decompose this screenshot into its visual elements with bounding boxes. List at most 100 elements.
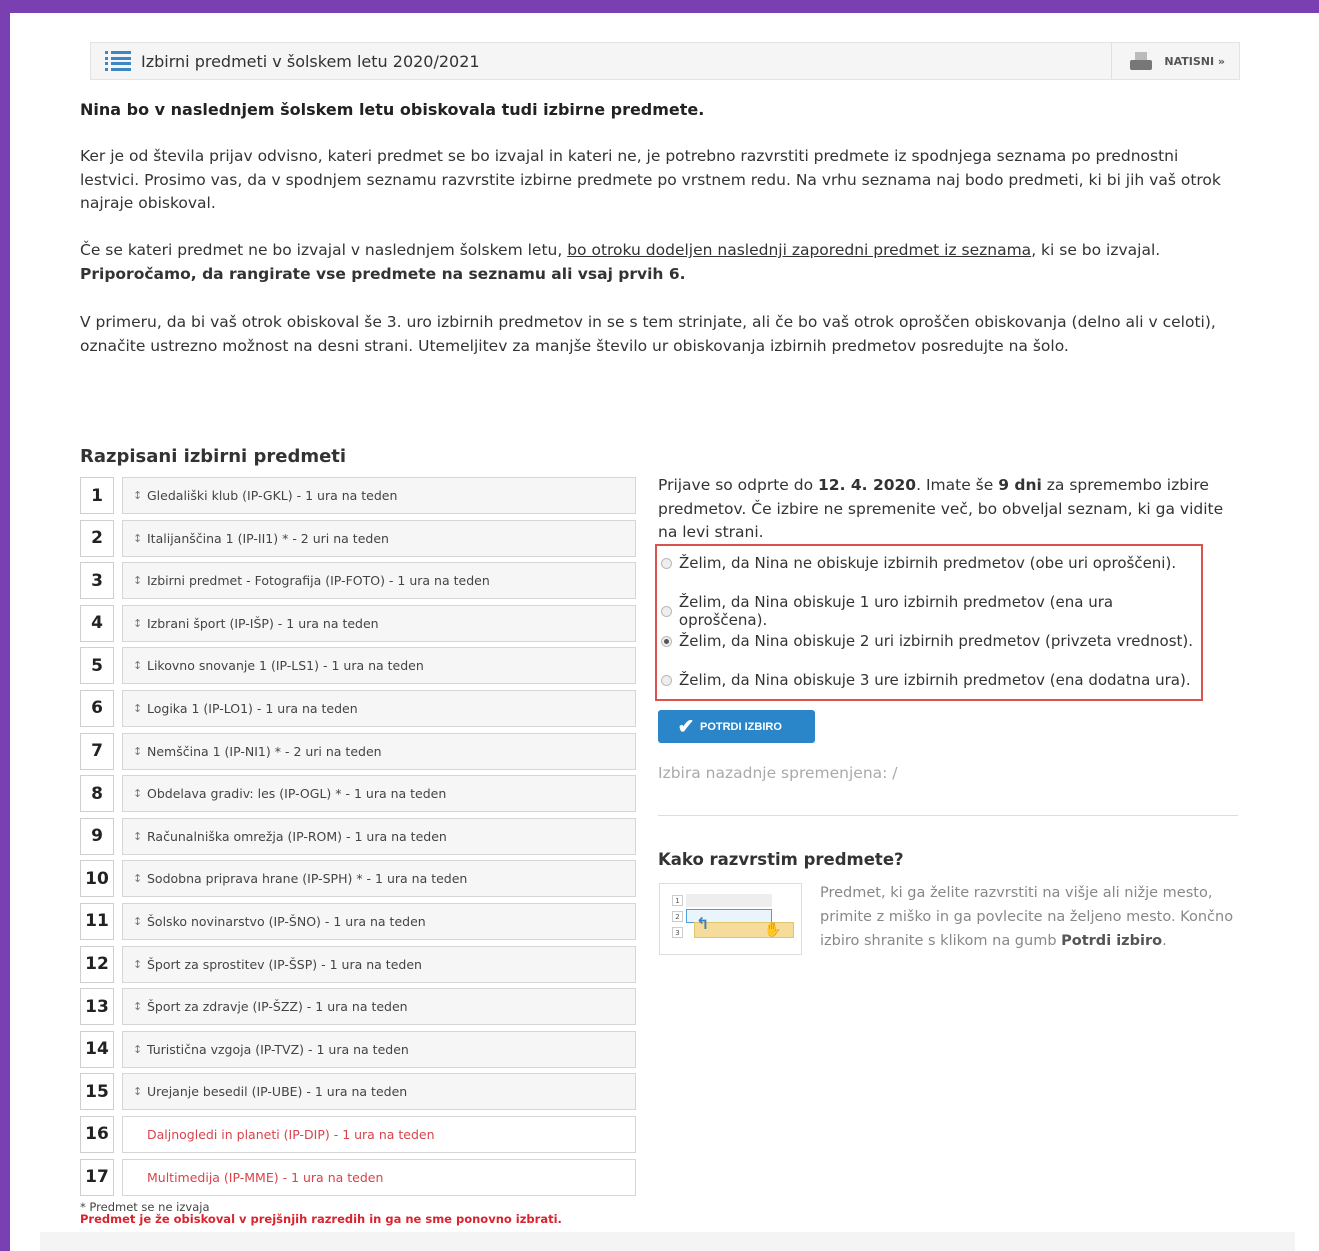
p2-underlined: bo otroku dodeljen naslednji zaporedni p…	[567, 241, 1032, 259]
drag-handle-icon[interactable]: ↕	[133, 915, 147, 928]
printer-icon	[1130, 52, 1153, 70]
subject-item[interactable]: ↕ Italijanščina 1 (IP-II1) * - 2 uri na t…	[122, 519, 636, 557]
page-bottom-shade	[40, 1232, 1295, 1251]
subject-row[interactable]: 1 ↕ Gledališki klub (IP-GKL) - 1 ura na te…	[80, 477, 636, 514]
drag-handle-icon[interactable]: ↕	[133, 958, 147, 971]
howto-text-bold: Potrdi izbiro	[1061, 933, 1163, 949]
subject-rank: 6	[80, 689, 114, 727]
subject-item[interactable]: ↕ Šport za zdravje (IP-ŠZZ) - 1 ura na te…	[122, 988, 636, 1026]
subject-label: Turistična vzgoja (IP-TVZ) - 1 ura na te…	[147, 1041, 409, 1057]
option-label-3: Želim, da Nina obiskuje 3 ure izbirnih p…	[679, 671, 1191, 689]
section-header: Izbirni predmeti v šolskem letu 2020/202…	[90, 42, 1240, 80]
howto-text-end: .	[1162, 933, 1167, 949]
subject-row[interactable]: 6 ↕ Logika 1 (IP-LO1) - 1 ura na teden	[80, 689, 636, 727]
subject-rank: 5	[80, 647, 114, 685]
subject-rank: 15	[80, 1073, 114, 1111]
subject-row[interactable]: 4 ↕ Izbrani šport (IP-IŠP) - 1 ura na tede…	[80, 604, 636, 642]
drag-handle-icon[interactable]: ↕	[133, 1043, 147, 1056]
subjects-list: 1 ↕ Gledališki klub (IP-GKL) - 1 ura na te…	[80, 477, 636, 1201]
drag-handle-icon[interactable]: ↕	[133, 787, 147, 800]
subject-row[interactable]: 2 ↕ Italijanščina 1 (IP-II1) * - 2 uri na …	[80, 519, 636, 557]
intro-title: Nina bo v naslednjem šolskem letu obisko…	[80, 100, 705, 119]
subject-label: Urejanje besedil (IP-UBE) - 1 ura na ted…	[147, 1084, 408, 1100]
drag-handle-icon[interactable]: ↕	[133, 617, 147, 630]
subject-item[interactable]: ↕ Izbirni predmet - Fotografija (IP-FOTO)…	[122, 562, 636, 600]
subject-row[interactable]: 10 ↕ Sodobna priprava hrane (IP-SPH) * - 1…	[80, 860, 636, 898]
subject-label: Multimedija (IP-MME) - 1 ura na teden	[147, 1169, 384, 1185]
subject-item[interactable]: ↕ Urejanje besedil (IP-UBE) - 1 ura na te…	[122, 1073, 636, 1111]
deadline-days: 9 dni	[998, 476, 1042, 494]
subject-rank: 11	[80, 902, 114, 940]
howto-text-body: Predmet, ki ga želite razvrstiti na višj…	[820, 885, 1234, 949]
subject-rank: 16	[80, 1115, 114, 1153]
subject-row[interactable]: 12 ↕ Šport za sprostitev (IP-ŠSP) - 1 ura …	[80, 945, 636, 983]
drag-handle-icon[interactable]: ↕	[133, 659, 147, 672]
drag-handle-icon[interactable]: ↕	[133, 745, 147, 758]
subject-item[interactable]: ↕ Šolsko novinarstvo (IP-ŠNO) - 1 ura na …	[122, 902, 636, 940]
confirm-button[interactable]: ✔ POTRDI IZBIRO	[658, 710, 815, 743]
subject-label: Šport za zdravje (IP-ŠZZ) - 1 ura na ted…	[147, 999, 408, 1015]
confirm-label: POTRDI IZBIRO	[700, 720, 782, 733]
subject-label: Sodobna priprava hrane (IP-SPH) * - 1 ur…	[147, 871, 468, 887]
drag-handle-icon[interactable]: ↕	[133, 489, 147, 502]
subject-row[interactable]: 3 ↕ Izbirni predmet - Fotografija (IP-FOTO…	[80, 562, 636, 600]
drag-handle-icon[interactable]: ↕	[133, 574, 147, 587]
subject-rank: 3	[80, 562, 114, 600]
option-row-0[interactable]: Želim, da Nina ne obiskuje izbirnih pred…	[661, 554, 1176, 572]
subject-label: Likovno snovanje 1 (IP-LS1) - 1 ura na t…	[147, 658, 424, 674]
subject-rank: 14	[80, 1030, 114, 1068]
section-title: Izbirni predmeti v šolskem letu 2020/202…	[141, 51, 480, 71]
subject-label: Nemščina 1 (IP-NI1) * - 2 uri na teden	[147, 743, 382, 759]
howto-text: Predmet, ki ga želite razvrstiti na višj…	[820, 881, 1240, 953]
radio-3[interactable]	[661, 674, 672, 686]
drag-handle-icon[interactable]: ↕	[133, 702, 147, 715]
subject-item[interactable]: ↕ Obdelava gradiv: les (IP-OGL) * - 1 ura…	[122, 775, 636, 813]
subject-label: Obdelava gradiv: les (IP-OGL) * - 1 ura …	[147, 786, 447, 802]
subject-rank: 9	[80, 817, 114, 855]
deadline-date: 12. 4. 2020	[818, 476, 917, 494]
subject-item[interactable]: ↕ Sodobna priprava hrane (IP-SPH) * - 1 u…	[122, 860, 636, 898]
subject-label: Gledališki klub (IP-GKL) - 1 ura na tede…	[147, 488, 398, 503]
drag-handle-icon[interactable]: ↕	[133, 532, 147, 545]
subject-item[interactable]: ↕ Gledališki klub (IP-GKL) - 1 ura na ted…	[122, 477, 636, 514]
subject-row: 16 Daljnogledi in planeti (IP-DIP) - 1 ur…	[80, 1115, 636, 1153]
drag-handle-icon[interactable]: ↕	[133, 1085, 147, 1098]
checkmark-icon: ✔	[677, 715, 695, 738]
subject-rank: 12	[80, 945, 114, 983]
option-label-1: Želim, da Nina obiskuje 1 uro izbirnih p…	[678, 593, 1114, 629]
subject-row[interactable]: 15 ↕ Urejanje besedil (IP-UBE) - 1 ura na …	[80, 1073, 636, 1111]
subject-label: Izbirni predmet - Fotografija (IP-FOTO) …	[147, 573, 490, 589]
option-row-2[interactable]: Želim, da Nina obiskuje 2 uri izbirnih p…	[661, 632, 1193, 650]
subject-item[interactable]: ↕ Nemščina 1 (IP-NI1) * - 2 uri na teden	[122, 732, 636, 770]
subject-row[interactable]: 9 ↕ Računalniška omrežja (IP-ROM) - 1 ura …	[80, 817, 636, 855]
subject-item[interactable]: ↕ Logika 1 (IP-LO1) - 1 ura na teden	[122, 689, 636, 727]
subject-row[interactable]: 14 ↕ Turistična vzgoja (IP-TVZ) - 1 ura na…	[80, 1030, 636, 1068]
drag-handle-icon[interactable]: ↕	[133, 872, 147, 885]
subject-item[interactable]: ↕ Šport za sprostitev (IP-ŠSP) - 1 ura na…	[122, 945, 636, 983]
howto-title: Kako razvrstim predmete?	[658, 850, 904, 869]
print-button[interactable]: NATISNI »	[1111, 43, 1239, 79]
subject-row[interactable]: 5 ↕ Likovno snovanje 1 (IP-LS1) - 1 ura na…	[80, 647, 636, 685]
subject-label: Logika 1 (IP-LO1) - 1 ura na teden	[147, 700, 358, 716]
radio-1[interactable]	[661, 605, 672, 617]
print-label: NATISNI »	[1164, 54, 1225, 68]
subject-label: Izbrani šport (IP-IŠP) - 1 ura na teden	[147, 615, 379, 631]
subject-item[interactable]: ↕ Turistična vzgoja (IP-TVZ) - 1 ura na t…	[122, 1030, 636, 1068]
subject-rank: 17	[80, 1158, 114, 1196]
subject-row[interactable]: 8 ↕ Obdelava gradiv: les (IP-OGL) * - 1 ur…	[80, 775, 636, 813]
drag-illustration-icon: 1 2 3 ↰ ✋	[659, 883, 802, 955]
subject-item[interactable]: ↕ Računalniška omrežja (IP-ROM) - 1 ura n…	[122, 817, 636, 855]
subject-row[interactable]: 11 ↕ Šolsko novinarstvo (IP-ŠNO) - 1 ura n…	[80, 902, 636, 940]
option-row-1[interactable]: Želim, da Nina obiskuje 1 uro izbirnih p…	[661, 593, 1201, 629]
subject-item: Daljnogledi in planeti (IP-DIP) - 1 ura …	[122, 1115, 636, 1153]
subject-row[interactable]: 13 ↕ Šport za zdravje (IP-ŠZZ) - 1 ura na …	[80, 988, 636, 1026]
drag-handle-icon[interactable]: ↕	[133, 830, 147, 843]
radio-0[interactable]	[661, 557, 672, 569]
subject-rank: 8	[80, 775, 114, 813]
option-row-3[interactable]: Želim, da Nina obiskuje 3 ure izbirnih p…	[661, 671, 1191, 689]
subject-item[interactable]: ↕ Likovno snovanje 1 (IP-LS1) - 1 ura na …	[122, 647, 636, 685]
drag-handle-icon[interactable]: ↕	[133, 1000, 147, 1013]
radio-2[interactable]	[661, 635, 672, 647]
subject-item[interactable]: ↕ Izbrani šport (IP-IŠP) - 1 ura na teden	[122, 604, 636, 642]
subject-row[interactable]: 7 ↕ Nemščina 1 (IP-NI1) * - 2 uri na teden	[80, 732, 636, 770]
